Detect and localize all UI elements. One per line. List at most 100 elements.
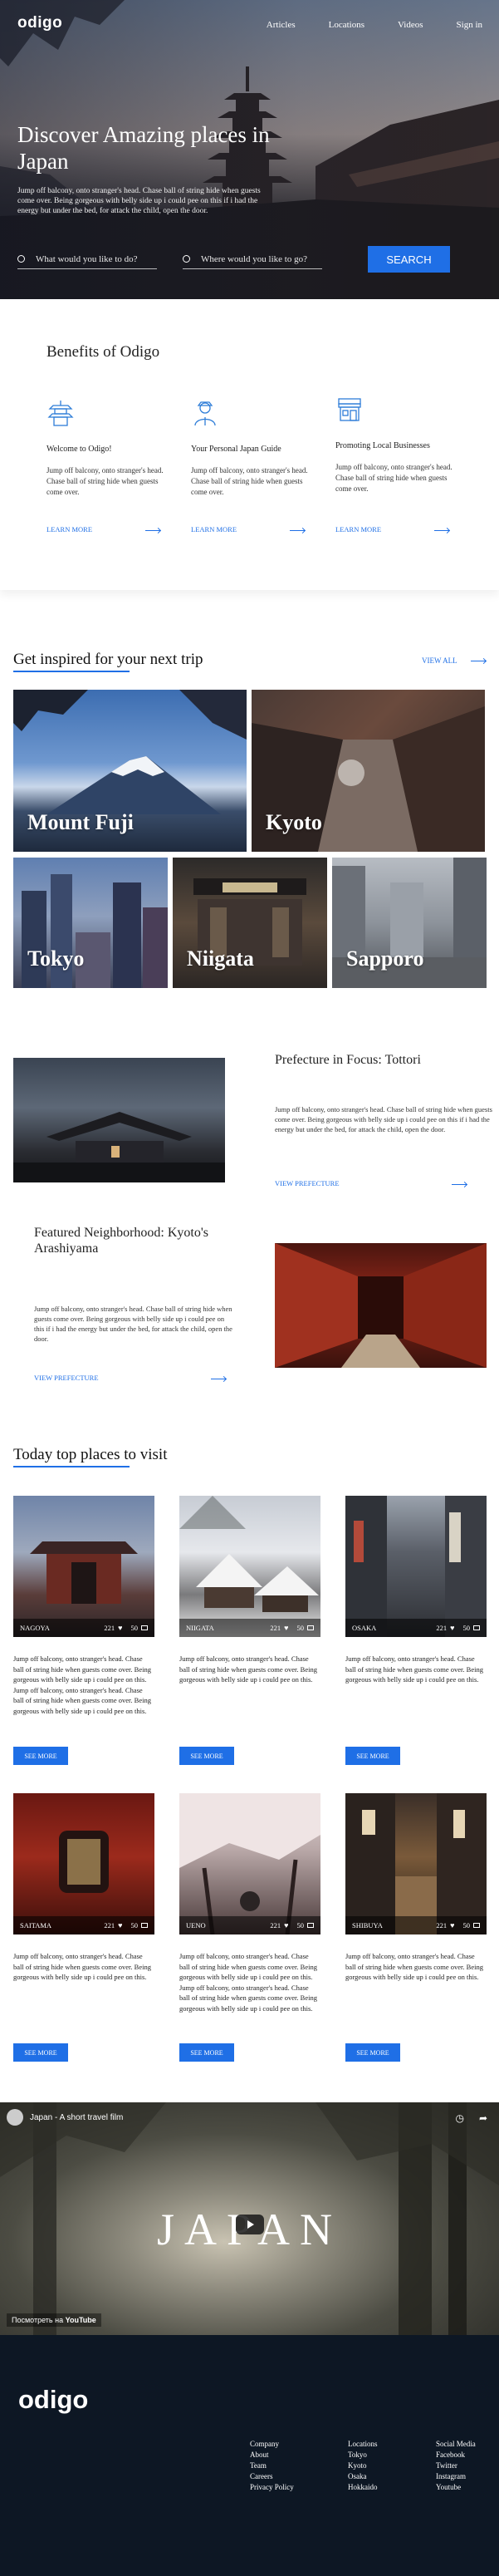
place-tile-kyoto[interactable]: Kyoto bbox=[252, 690, 485, 852]
comment-icon[interactable] bbox=[307, 1625, 314, 1630]
nav-articles[interactable]: Articles bbox=[267, 20, 296, 30]
play-button[interactable] bbox=[236, 2215, 264, 2234]
video-header: Japan - A short travel film bbox=[7, 2109, 123, 2126]
place-card-image[interactable]: NIIGATA 221 ♥ 50 bbox=[179, 1496, 320, 1637]
nav-videos[interactable]: Videos bbox=[398, 20, 423, 30]
footer-column-social: Social Media Facebook Twitter Instagram … bbox=[436, 2439, 476, 2493]
learn-more-label: LEARN MORE bbox=[191, 525, 237, 533]
place-card-image[interactable]: UENO 221 ♥ 50 bbox=[179, 1793, 320, 1934]
place-tile-label: Mount Fuji bbox=[27, 810, 134, 834]
footer-link[interactable]: Instagram bbox=[436, 2471, 476, 2482]
site-footer: odigo Company About Team Careers Privacy… bbox=[0, 2335, 499, 2576]
search-what-placeholder: What would you like to do? bbox=[36, 253, 138, 264]
learn-more-link[interactable]: LEARN MORE bbox=[335, 525, 449, 533]
search-icon bbox=[17, 255, 25, 263]
place-card-image[interactable]: NAGOYA 221 ♥ 50 bbox=[13, 1496, 154, 1637]
place-card-saitama: SAITAMA 221 ♥ 50 Jump off balcony, onto … bbox=[13, 1793, 154, 1983]
see-more-button[interactable]: SEE MORE bbox=[13, 2043, 68, 2062]
view-all-link[interactable]: VIEW ALL bbox=[422, 656, 486, 665]
nav-sign-in[interactable]: Sign in bbox=[457, 20, 482, 30]
like-count: 221 bbox=[436, 1624, 448, 1632]
footer-column-locations: Locations Tokyo Kyoto Osaka Hokkaido bbox=[348, 2439, 378, 2493]
footer-link[interactable]: Careers bbox=[250, 2471, 294, 2482]
heart-icon[interactable]: ♥ bbox=[284, 1921, 288, 1930]
benefit-card-text: Jump off balcony, onto stranger's head. … bbox=[191, 466, 308, 496]
feature-title: Featured Neighborhood: Kyoto's Arashiyam… bbox=[34, 1226, 208, 1256]
comment-icon[interactable] bbox=[473, 1625, 480, 1630]
learn-more-link[interactable]: LEARN MORE bbox=[191, 525, 305, 533]
place-card-stats: UENO 221 ♥ 50 bbox=[179, 1916, 320, 1934]
comment-count: 50 bbox=[462, 1921, 471, 1930]
footer-link[interactable]: Tokyo bbox=[348, 2450, 378, 2460]
see-more-button[interactable]: SEE MORE bbox=[345, 2043, 400, 2062]
footer-link[interactable]: About bbox=[250, 2450, 294, 2460]
nav-locations[interactable]: Locations bbox=[329, 20, 364, 30]
search-button[interactable]: SEARCH bbox=[368, 246, 450, 273]
share-icon[interactable]: ➦ bbox=[479, 2112, 487, 2125]
place-tile-tokyo[interactable]: Tokyo bbox=[13, 858, 168, 988]
footer-link[interactable]: Team bbox=[250, 2460, 294, 2471]
heart-icon[interactable]: ♥ bbox=[118, 1921, 122, 1930]
view-prefecture-link[interactable]: VIEW PREFECTURE bbox=[34, 1374, 226, 1382]
place-tile-mount-fuji[interactable]: Mount Fuji bbox=[13, 690, 247, 852]
nagoya-street-illustration bbox=[30, 1541, 138, 1604]
footer-link[interactable]: Privacy Policy bbox=[250, 2482, 294, 2493]
watch-on-youtube[interactable]: Посмотреть на YouTube bbox=[7, 2313, 101, 2327]
place-name: SHIBUYA bbox=[352, 1921, 383, 1930]
place-name: NAGOYA bbox=[20, 1624, 50, 1632]
place-card-image[interactable]: SAITAMA 221 ♥ 50 bbox=[13, 1793, 154, 1934]
comment-icon[interactable] bbox=[473, 1923, 480, 1928]
place-card-ueno: UENO 221 ♥ 50 Jump off balcony, onto str… bbox=[179, 1793, 320, 2013]
place-name: UENO bbox=[186, 1921, 206, 1930]
heart-icon[interactable]: ♥ bbox=[450, 1921, 454, 1930]
like-count: 221 bbox=[104, 1624, 115, 1632]
footer-link[interactable]: Youtube bbox=[436, 2482, 476, 2493]
video-embed[interactable]: Japan - A short travel film ◷ ➦ JAPAN По… bbox=[0, 2102, 499, 2335]
search-what-field[interactable]: What would you like to do? bbox=[17, 249, 157, 269]
heart-icon[interactable]: ♥ bbox=[284, 1624, 288, 1632]
comment-icon[interactable] bbox=[141, 1625, 148, 1630]
see-more-button[interactable]: SEE MORE bbox=[345, 1747, 400, 1765]
footer-column-company: Company About Team Careers Privacy Polic… bbox=[250, 2439, 294, 2493]
learn-more-link[interactable]: LEARN MORE bbox=[46, 525, 160, 533]
place-tile-niigata[interactable]: Niigata bbox=[173, 858, 327, 988]
shibuya-alley-illustration bbox=[345, 1793, 487, 1934]
footer-logo[interactable]: odigo bbox=[18, 2385, 88, 2415]
search-where-field[interactable]: Where would you like to go? bbox=[183, 249, 322, 269]
heart-icon[interactable]: ♥ bbox=[450, 1624, 454, 1632]
footer-link[interactable]: Kyoto bbox=[348, 2460, 378, 2471]
watch-later-icon[interactable]: ◷ bbox=[455, 2112, 463, 2125]
footer-column-head: Locations bbox=[348, 2440, 378, 2448]
view-prefecture-link[interactable]: VIEW PREFECTURE bbox=[275, 1179, 467, 1187]
hero-section: odigo Articles Locations Videos Sign in … bbox=[0, 0, 499, 299]
channel-avatar[interactable] bbox=[7, 2109, 23, 2126]
place-card-image[interactable]: OSAKA 221 ♥ 50 bbox=[345, 1496, 487, 1637]
benefit-card-text: Jump off balcony, onto stranger's head. … bbox=[335, 463, 453, 493]
comment-icon[interactable] bbox=[141, 1923, 148, 1928]
footer-column-head: Company bbox=[250, 2440, 279, 2448]
heart-icon[interactable]: ♥ bbox=[118, 1624, 122, 1632]
view-all-label: VIEW ALL bbox=[422, 656, 457, 665]
video-title[interactable]: Japan - A short travel film bbox=[30, 2113, 123, 2122]
place-card-stats: NIIGATA 221 ♥ 50 bbox=[179, 1619, 320, 1637]
place-card-image[interactable]: SHIBUYA 221 ♥ 50 bbox=[345, 1793, 487, 1934]
benefit-card: Your Personal Japan Guide Jump off balco… bbox=[191, 399, 316, 533]
place-card-text: Jump off balcony, onto stranger's head. … bbox=[13, 1952, 151, 1981]
footer-link[interactable]: Hokkaido bbox=[348, 2482, 378, 2493]
place-tile-label: Kyoto bbox=[266, 810, 322, 834]
benefit-card-title: Your Personal Japan Guide bbox=[191, 445, 281, 454]
benefit-card-title: Welcome to Odigo! bbox=[46, 445, 112, 454]
arrow-right-icon bbox=[290, 530, 305, 531]
site-logo[interactable]: odigo bbox=[17, 14, 62, 32]
place-tile-sapporo[interactable]: Sapporo bbox=[332, 858, 487, 988]
comment-count: 50 bbox=[130, 1921, 139, 1930]
footer-link[interactable]: Facebook bbox=[436, 2450, 476, 2460]
see-more-button[interactable]: SEE MORE bbox=[179, 2043, 234, 2062]
comment-icon[interactable] bbox=[307, 1923, 314, 1928]
place-card-shibuya: SHIBUYA 221 ♥ 50 Jump off balcony, onto … bbox=[345, 1793, 487, 1983]
footer-link[interactable]: Osaka bbox=[348, 2471, 378, 2482]
see-more-button[interactable]: SEE MORE bbox=[13, 1747, 68, 1765]
lantern-illustration bbox=[59, 1831, 109, 1893]
see-more-button[interactable]: SEE MORE bbox=[179, 1747, 234, 1765]
footer-link[interactable]: Twitter bbox=[436, 2460, 476, 2471]
